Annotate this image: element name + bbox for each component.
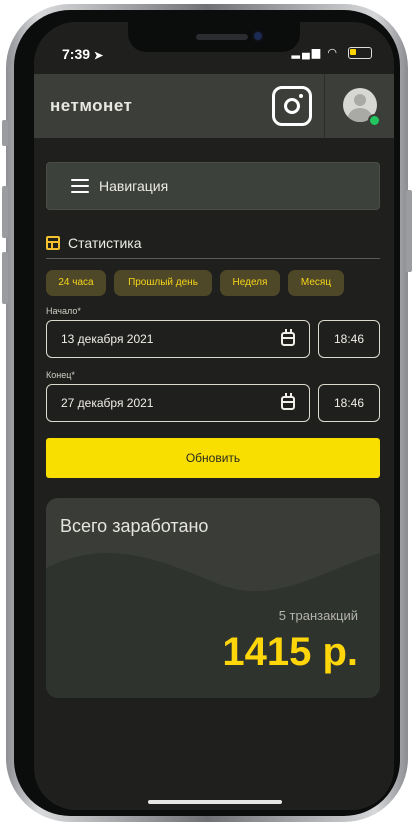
update-button[interactable]: Обновить	[46, 438, 380, 478]
hamburger-icon	[71, 179, 89, 193]
mute-switch	[2, 120, 8, 146]
header-divider	[324, 74, 325, 138]
start-time-field[interactable]: 18:46	[318, 320, 380, 358]
status-time-text: 7:39	[62, 46, 91, 62]
location-arrow-icon: ➤	[93, 50, 104, 62]
table-icon	[46, 236, 60, 250]
home-indicator	[148, 800, 282, 804]
chip-previous-day[interactable]: Прошлый день	[114, 270, 212, 296]
total-amount: 1415 р.	[222, 630, 358, 674]
end-label: Конец*	[46, 370, 75, 380]
app-header: нетмонет	[34, 74, 394, 138]
app-logo[interactable]: нетмонет	[50, 96, 132, 116]
app-screen: 7:39 ➤ ▂▄▆ ◠ нетмонет Навигация Статисти…	[34, 22, 394, 810]
navigation-label: Навигация	[99, 178, 169, 194]
total-earned-card: Всего заработано 5 транзакций 1415 р.	[46, 498, 380, 698]
navigation-button[interactable]: Навигация	[46, 162, 380, 210]
volume-up-button	[2, 186, 8, 238]
end-date-field[interactable]: 27 декабря 2021	[46, 384, 310, 422]
instagram-icon[interactable]	[272, 86, 312, 126]
front-camera	[252, 30, 264, 42]
statistics-header: Статистика	[46, 234, 380, 259]
total-earned-title: Всего заработано	[60, 516, 209, 536]
battery-icon	[348, 47, 372, 60]
start-date-field[interactable]: 13 декабря 2021	[46, 320, 310, 358]
signal-icon: ▂▄▆	[291, 47, 323, 59]
phone-device: 7:39 ➤ ▂▄▆ ◠ нетмонет Навигация Статисти…	[0, 0, 414, 826]
transactions-count: 5 транзакций	[278, 608, 358, 623]
chip-24h[interactable]: 24 часа	[46, 270, 106, 296]
start-label: Начало*	[46, 306, 81, 316]
status-icons: ▂▄▆ ◠	[291, 46, 372, 60]
end-time-field[interactable]: 18:46	[318, 384, 380, 422]
statistics-title: Статистика	[68, 235, 142, 251]
status-bar: 7:39 ➤ ▂▄▆ ◠	[34, 22, 394, 72]
calendar-icon[interactable]	[281, 329, 295, 346]
speaker-grille	[196, 34, 248, 40]
avatar-head	[354, 94, 366, 106]
volume-down-button	[2, 252, 8, 304]
status-time: 7:39 ➤	[62, 46, 103, 62]
online-status-dot	[368, 114, 381, 127]
start-date-value: 13 декабря 2021	[61, 332, 154, 346]
chip-week[interactable]: Неделя	[220, 270, 280, 296]
calendar-icon[interactable]	[281, 393, 295, 410]
chip-month[interactable]: Месяц	[288, 270, 344, 296]
power-button	[406, 190, 412, 272]
end-date-value: 27 декабря 2021	[61, 396, 154, 410]
instagram-dot	[299, 94, 303, 98]
instagram-lens	[284, 98, 300, 114]
wifi-icon: ◠	[327, 47, 339, 59]
